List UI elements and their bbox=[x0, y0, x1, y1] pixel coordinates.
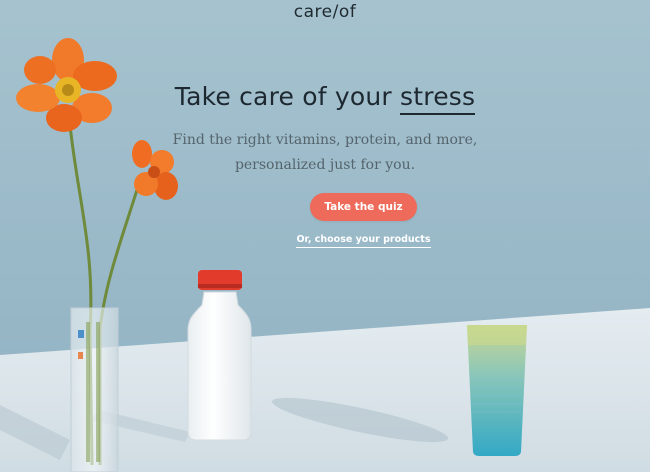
water-glass-icon bbox=[467, 325, 527, 456]
brand-logo[interactable]: care/of bbox=[0, 2, 650, 22]
hero-subtitle: Find the right vitamins, protein, and mo… bbox=[0, 128, 650, 178]
choose-products-link-wrap: Or, choose your products bbox=[0, 234, 650, 248]
hero-subtitle-line: personalized just for you. bbox=[234, 157, 416, 173]
vase-icon bbox=[70, 307, 119, 472]
hero-title-prefix: Take care of your bbox=[174, 82, 401, 111]
choose-products-link[interactable]: Or, choose your products bbox=[296, 234, 431, 248]
hero-title: Take care of your stress bbox=[0, 82, 650, 115]
hero-subtitle-line: Find the right vitamins, protein, and mo… bbox=[172, 132, 478, 148]
take-quiz-button[interactable]: Take the quiz bbox=[310, 193, 417, 221]
hero-title-highlight: stress bbox=[400, 82, 476, 115]
